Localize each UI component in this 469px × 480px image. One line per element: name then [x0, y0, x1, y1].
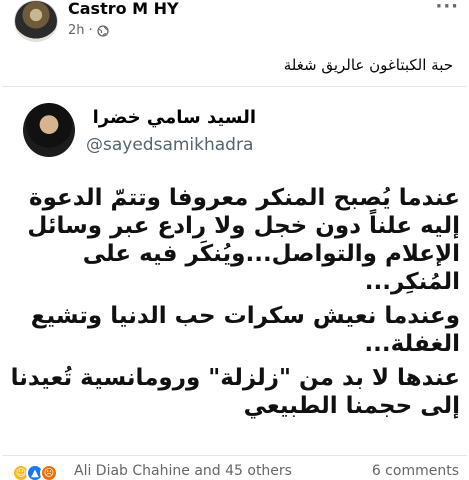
tweet-body: عندما يُصبح المنكر معروفا وتتمّ الدعوة إ… — [8, 184, 460, 426]
tweet-author-avatar — [23, 103, 75, 157]
tweet-paragraph: عندها لا بد من "زلزلة" ورومانسية تُعيدنا… — [10, 365, 460, 419]
author-avatar[interactable] — [14, 0, 58, 42]
separator-dot: · — [88, 23, 93, 38]
post-footer: ☺ ▲ ☹ Ali Diab Chahine and 45 others 6 c… — [0, 462, 469, 480]
post-caption: حبة الكبتاغون عالريق شغلة — [283, 56, 453, 74]
more-options-icon[interactable]: ··· — [435, 0, 459, 16]
globe-icon — [97, 24, 109, 37]
tweet-paragraph: عندما يُصبح المنكر معروفا وتتمّ الدعوة إ… — [27, 185, 460, 295]
comments-count[interactable]: 6 comments — [372, 463, 459, 479]
reaction-icons[interactable]: ☺ ▲ ☹ — [12, 464, 58, 480]
post-header: Castro M HY 2h · ··· — [0, 0, 469, 44]
author-name[interactable]: Castro M HY — [68, 0, 179, 18]
tweet-author-handle: @sayedsamikhadra — [86, 135, 254, 155]
tweet-author-name: السيد سامي خضرا — [92, 107, 256, 128]
tweet-paragraph: وعندما نعيش سكرات حب الدنيا وتشيع الغفلة… — [30, 303, 460, 357]
reactions-count[interactable]: Ali Diab Chahine and 45 others — [74, 463, 292, 479]
post-time[interactable]: 2h — [68, 23, 85, 38]
post-meta: 2h · — [68, 23, 109, 38]
tweet-image[interactable]: السيد سامي خضرا @sayedsamikhadra عندما ي… — [2, 86, 467, 456]
angry-icon: ☹ — [40, 464, 58, 480]
